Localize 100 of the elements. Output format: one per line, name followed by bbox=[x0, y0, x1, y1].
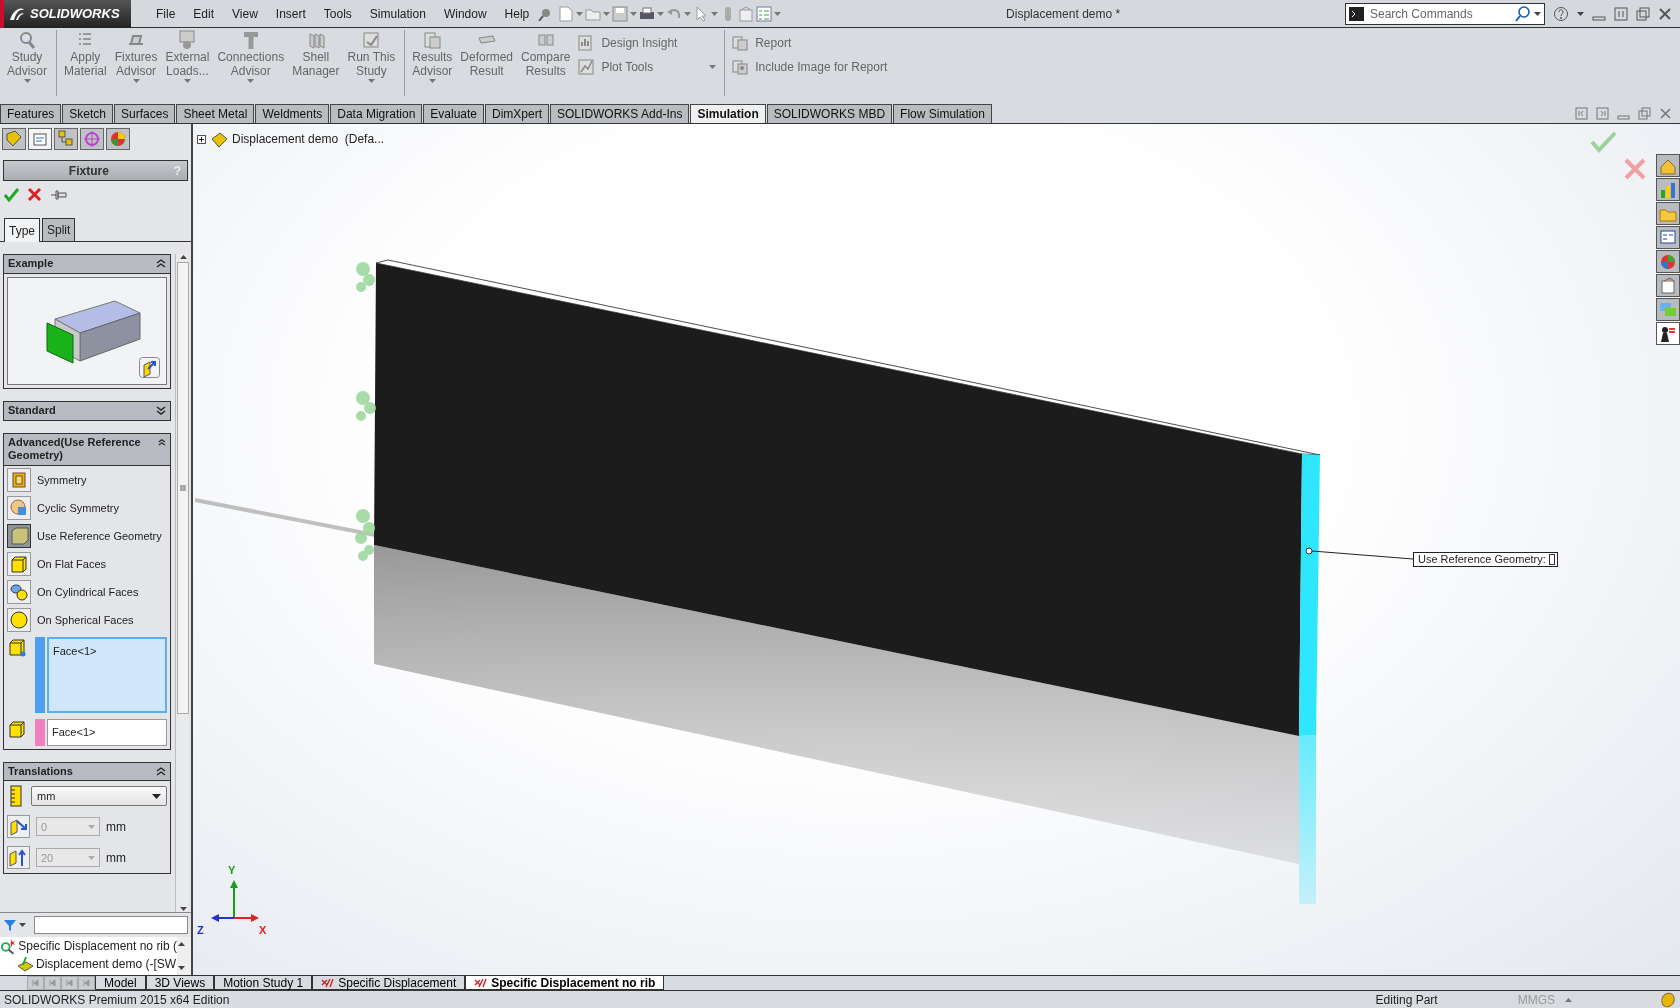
options-icon[interactable] bbox=[756, 5, 773, 22]
bottom-tab[interactable]: Specific Displacement no rib bbox=[465, 976, 665, 990]
menu-item[interactable]: View bbox=[223, 4, 267, 23]
command-tab[interactable]: Features bbox=[0, 104, 62, 123]
ribbon-button[interactable]: Fixtures Advisor bbox=[111, 30, 161, 96]
caret-icon[interactable] bbox=[1577, 11, 1584, 16]
command-tab[interactable]: Flow Simulation bbox=[893, 104, 992, 123]
type-tab[interactable]: Type bbox=[4, 218, 40, 242]
selection-list[interactable]: Face<1> bbox=[47, 719, 167, 746]
command-tab[interactable]: SOLIDWORKS MBD bbox=[766, 104, 893, 123]
cylinder-icon[interactable] bbox=[7, 580, 31, 604]
menu-item[interactable]: Edit bbox=[184, 4, 224, 23]
section-header[interactable]: Advanced(Use Reference Geometry) bbox=[4, 433, 170, 466]
command-tab[interactable]: DimXpert bbox=[485, 104, 550, 123]
ribbon-button[interactable]: Run This Study bbox=[344, 30, 399, 96]
ribbon-button[interactable]: Study Advisor bbox=[4, 30, 50, 96]
close-icon[interactable] bbox=[1658, 6, 1672, 21]
filter-icon[interactable] bbox=[3, 918, 17, 932]
ribbon-button[interactable]: Results Advisor bbox=[409, 30, 456, 96]
task-pane-tab[interactable] bbox=[1656, 226, 1680, 249]
search-icon[interactable] bbox=[1515, 5, 1530, 22]
tree-item[interactable]: Specific Displacement no rib ( bbox=[0, 937, 178, 955]
ribbon-button[interactable]: Deformed Result bbox=[457, 30, 517, 96]
ribbon-button[interactable]: Design Insight bbox=[575, 34, 719, 52]
nav-button[interactable] bbox=[27, 976, 44, 990]
caret-icon[interactable] bbox=[19, 923, 26, 927]
section-header[interactable]: Example bbox=[4, 255, 170, 274]
ribbon-button[interactable]: Shell Manager bbox=[289, 30, 343, 96]
split-right-icon[interactable] bbox=[1596, 107, 1609, 120]
command-tab[interactable]: Simulation bbox=[690, 104, 766, 123]
scrollbar[interactable] bbox=[175, 254, 189, 912]
normal-icon[interactable] bbox=[7, 846, 30, 870]
type-tab[interactable]: Split bbox=[42, 218, 76, 241]
command-tab[interactable]: Evaluate bbox=[423, 104, 484, 123]
ribbon-button[interactable]: External Loads... bbox=[162, 30, 213, 96]
help-icon[interactable] bbox=[1553, 5, 1569, 22]
command-tab[interactable]: Sketch bbox=[62, 104, 114, 123]
bottom-tab[interactable]: Model bbox=[95, 976, 146, 990]
caret-icon[interactable] bbox=[1534, 11, 1541, 16]
symmetry-icon[interactable] bbox=[7, 468, 31, 492]
nav-button[interactable] bbox=[78, 976, 95, 990]
offset-icon[interactable] bbox=[7, 815, 30, 839]
menu-item[interactable]: File bbox=[147, 4, 185, 23]
nav-button[interactable] bbox=[61, 976, 78, 990]
chevron-icon[interactable] bbox=[156, 257, 166, 269]
cancel-icon[interactable] bbox=[1623, 157, 1647, 181]
expand-icon[interactable] bbox=[197, 134, 206, 144]
ribbon-button[interactable]: Connections Advisor bbox=[214, 30, 288, 96]
ribbon-button[interactable]: Plot Tools bbox=[575, 58, 719, 76]
nav-button[interactable] bbox=[44, 976, 61, 990]
tree-scrollbar[interactable] bbox=[177, 937, 191, 975]
command-tab[interactable]: SOLIDWORKS Add-Ins bbox=[550, 104, 690, 123]
restore-icon[interactable] bbox=[1636, 6, 1650, 21]
ribbon-button[interactable]: Include Image for Report bbox=[729, 58, 890, 76]
command-tab[interactable]: Weldments bbox=[255, 104, 330, 123]
panel-tab[interactable] bbox=[54, 128, 78, 150]
ribbon-button[interactable]: Compare Results bbox=[518, 30, 574, 96]
chevron-icon[interactable] bbox=[156, 403, 166, 416]
panel-tab[interactable] bbox=[28, 128, 52, 150]
panel-tab[interactable] bbox=[80, 128, 104, 150]
split-left-icon[interactable] bbox=[1575, 107, 1588, 120]
sphere-icon[interactable] bbox=[7, 608, 31, 632]
menu-item[interactable]: Tools bbox=[314, 4, 361, 23]
pushpin-icon[interactable] bbox=[50, 187, 67, 202]
section-header[interactable]: Translations bbox=[4, 762, 170, 782]
menu-item[interactable]: Help bbox=[495, 4, 539, 23]
ribbon-button[interactable]: Report bbox=[729, 34, 890, 52]
save-icon[interactable] bbox=[612, 5, 629, 22]
menu-item[interactable]: Window bbox=[434, 4, 496, 23]
section-header[interactable]: Standard bbox=[4, 401, 170, 420]
printer-icon[interactable] bbox=[639, 5, 656, 22]
scroll-up-icon[interactable] bbox=[178, 254, 187, 260]
tile-icon[interactable] bbox=[1614, 6, 1628, 21]
selection-list[interactable]: Face<1> bbox=[47, 637, 167, 713]
flat-face-icon[interactable] bbox=[7, 552, 31, 576]
callout-field[interactable] bbox=[1548, 554, 1555, 565]
close-icon[interactable] bbox=[1659, 107, 1672, 120]
file-properties-icon[interactable] bbox=[738, 5, 755, 22]
reference-geometry-icon[interactable] bbox=[7, 524, 31, 548]
command-tab[interactable]: Surfaces bbox=[114, 104, 176, 123]
panel-tab[interactable] bbox=[106, 128, 130, 150]
menu-item[interactable]: Simulation bbox=[360, 4, 435, 23]
panel-tab[interactable] bbox=[2, 128, 26, 150]
command-tab[interactable]: Data Migration bbox=[330, 104, 423, 123]
bottom-tab[interactable]: Motion Study 1 bbox=[214, 976, 313, 990]
cancel-icon[interactable] bbox=[27, 187, 42, 202]
task-pane-tab[interactable] bbox=[1656, 322, 1680, 345]
search-bar[interactable]: Search Commands bbox=[1345, 2, 1545, 25]
filter-field[interactable] bbox=[34, 916, 188, 934]
caret-icon[interactable] bbox=[152, 793, 161, 799]
menu-item[interactable]: Insert bbox=[266, 4, 315, 23]
scroll-down-icon[interactable] bbox=[178, 906, 187, 912]
restore-icon[interactable] bbox=[1638, 107, 1651, 120]
bottom-tab[interactable]: Specific Displacement bbox=[312, 976, 466, 990]
new-document-icon[interactable] bbox=[558, 5, 575, 22]
chevron-icon[interactable] bbox=[156, 764, 166, 777]
search-field[interactable]: Search Commands bbox=[1368, 3, 1511, 24]
scroll-up-icon[interactable] bbox=[177, 941, 186, 947]
task-pane-tab[interactable] bbox=[1656, 274, 1680, 297]
command-tab[interactable]: Sheet Metal bbox=[176, 104, 255, 123]
